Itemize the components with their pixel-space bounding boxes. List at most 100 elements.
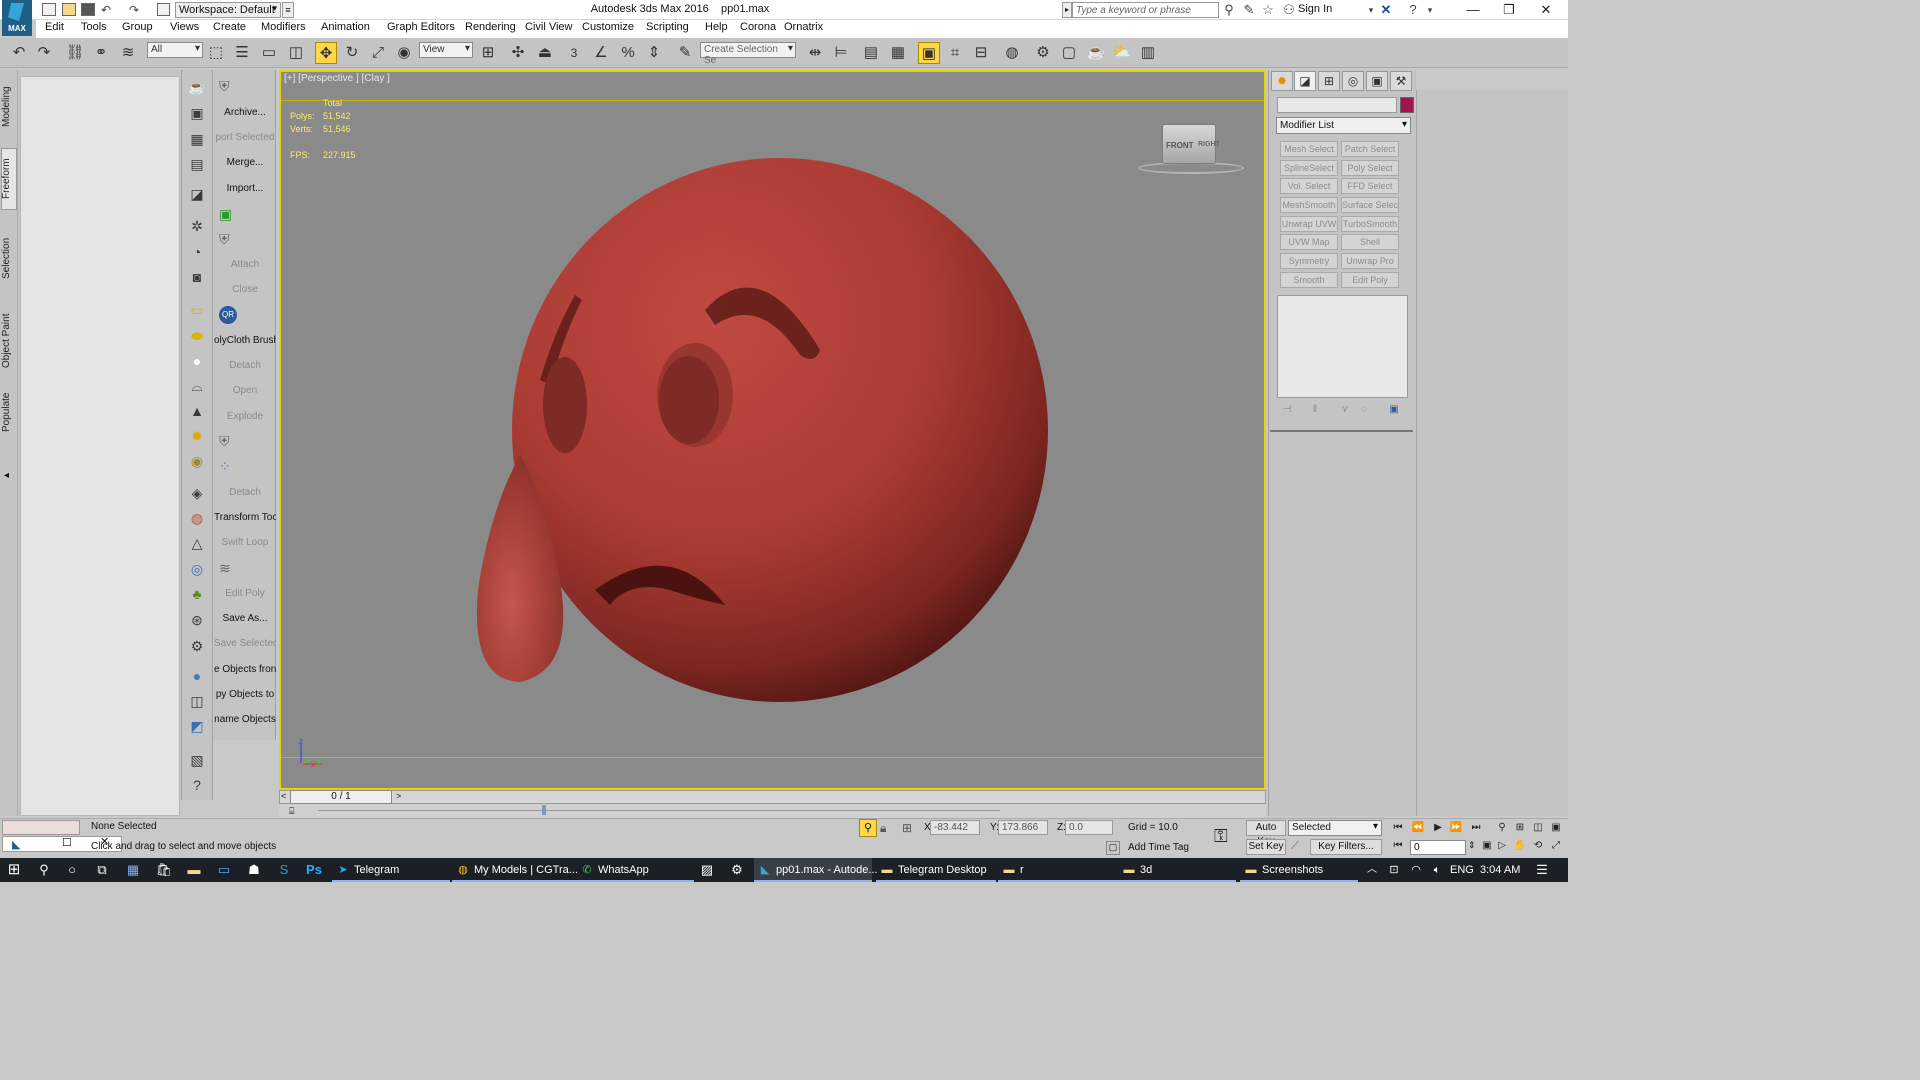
edit-named-selection-icon[interactable]: ✎ — [674, 42, 696, 64]
show-end-result-icon[interactable]: ‖ — [1307, 404, 1323, 418]
sign-in-chevron-icon[interactable]: ▾ — [1363, 2, 1379, 18]
default-in-out-tangent-icon[interactable]: ⟋ — [1291, 840, 1299, 853]
track-bar[interactable] — [279, 804, 1266, 818]
workspace-menu-icon[interactable]: ≡ — [282, 2, 294, 18]
show-hidden-icons-icon[interactable]: ︿ — [1362, 860, 1382, 880]
new-file-icon[interactable] — [42, 3, 56, 16]
film-icon[interactable]: ◙ — [186, 267, 208, 287]
toggle-ribbon-icon[interactable]: ▣ — [918, 42, 940, 64]
toggle-scene-explorer-icon[interactable]: ▤ — [860, 42, 882, 64]
reference-coordinate-dropdown[interactable]: View ▾ — [419, 42, 473, 58]
zoom-all-icon[interactable]: ⊞ — [1512, 822, 1528, 836]
rename-objects-button[interactable]: name Objects — [214, 714, 276, 730]
set-key-button[interactable]: Set Key — [1246, 839, 1286, 855]
tab-freeform[interactable]: Freeform — [1, 152, 17, 206]
modifier-stack[interactable] — [1277, 295, 1408, 398]
mesh-select-button[interactable]: Mesh Select — [1280, 141, 1338, 157]
app-menu-button[interactable]: MAX — [2, 0, 32, 36]
go-to-end-icon[interactable]: ⏭ — [1468, 822, 1484, 836]
gear-icon[interactable]: ⚙ — [186, 636, 208, 656]
ffd-select-button[interactable]: FFD Select — [1341, 178, 1399, 194]
key-mode-toggle-icon[interactable]: ⏮ — [1390, 840, 1406, 854]
grid-plane-icon[interactable]: ◈ — [186, 483, 208, 503]
taskbar-app-telegram-desktop[interactable]: ▬ Telegram Desktop — [876, 858, 996, 882]
menu-ornatrix[interactable]: Ornatrix — [784, 21, 823, 33]
attach-button[interactable]: Attach — [214, 259, 276, 275]
green-box-icon[interactable]: ▣ — [219, 206, 239, 224]
snaps-toggle-icon[interactable]: 3 — [563, 42, 585, 64]
emoji-model[interactable] — [470, 150, 1060, 705]
menu-modifiers[interactable]: Modifiers — [261, 21, 306, 33]
menu-tools[interactable]: Tools — [81, 21, 107, 33]
make-unique-icon[interactable]: ⋎ — [1337, 404, 1353, 418]
menu-graph-editors[interactable]: Graph Editors — [387, 21, 455, 33]
render-iterative-icon[interactable]: ⛅ — [1111, 42, 1133, 64]
edit-poly-modifier-button[interactable]: Edit Poly — [1341, 272, 1399, 288]
file-explorer-icon[interactable]: ▬ — [184, 860, 204, 880]
selection-filter-dropdown[interactable]: All ▾ — [147, 42, 203, 58]
viewcube-front-face[interactable]: FRONT — [1166, 141, 1194, 150]
frame-spinner-icon[interactable]: ⇕ — [1468, 840, 1476, 851]
zoom-extents-all-icon[interactable]: ▣ — [1548, 822, 1564, 836]
time-configuration-icon[interactable]: ▣ — [1479, 840, 1495, 854]
move-objects-from-button[interactable]: e Objects fron — [214, 664, 276, 680]
taskbar-app-chrome[interactable]: ◍ My Models | CGTra... — [452, 858, 578, 882]
maxscript-listener[interactable] — [2, 820, 80, 835]
workspace-dropdown[interactable]: Workspace: Default ▾ — [175, 2, 281, 18]
sphere-icon[interactable]: ● — [186, 351, 208, 371]
turbosmooth-button[interactable]: TurboSmooth — [1341, 216, 1399, 232]
teapot-icon[interactable]: ☕ — [186, 77, 208, 97]
taskbar-app-whatsapp[interactable]: ✆ WhatsApp — [576, 858, 694, 882]
layers-icon[interactable]: ◫ — [186, 691, 208, 711]
sign-in-button[interactable]: Sign In — [1298, 3, 1332, 15]
task-view-icon[interactable]: ⧉ — [92, 860, 112, 880]
undo-button-icon[interactable]: ↶ — [8, 42, 30, 64]
restore-mini-icon[interactable]: ☐ — [62, 836, 72, 849]
settings-icon[interactable]: ▧ — [186, 750, 208, 770]
spinner-snap-icon[interactable]: ⇕ — [643, 42, 665, 64]
unwrap-pro-button[interactable]: Unwrap Pro — [1341, 253, 1399, 269]
display-tab-icon[interactable]: ▣ — [1366, 71, 1388, 91]
select-and-scale-icon[interactable]: ⤢ — [367, 42, 389, 64]
rectangular-selection-icon[interactable]: ▭ — [258, 42, 280, 64]
close-button[interactable]: Close — [214, 284, 276, 300]
modify-tab-icon[interactable]: ◪ — [1294, 71, 1316, 91]
sun-icon[interactable]: ✹ — [186, 426, 208, 446]
select-object-icon[interactable]: ⬚ — [205, 42, 227, 64]
taskbar-app-folder-3d[interactable]: ▬ 3d — [1118, 858, 1236, 882]
zoom-extents-icon[interactable]: ◫ — [1530, 822, 1546, 836]
current-frame-field[interactable]: 0 — [1410, 840, 1466, 855]
symmetry-button[interactable]: Symmetry — [1280, 253, 1338, 269]
render-production-icon[interactable]: ☕ — [1085, 42, 1107, 64]
taskbar-app-folder-r[interactable]: ▬ r — [998, 858, 1118, 882]
named-selection-dropdown[interactable]: Create Selection Se ▾ — [700, 42, 796, 66]
open-button[interactable]: Open — [214, 385, 276, 401]
link-icon[interactable]: ⛓ — [64, 42, 86, 64]
layer-explorer-icon[interactable]: ▦ — [887, 42, 909, 64]
exchange-icon[interactable]: ✕ — [1378, 2, 1394, 18]
taskbar-app-telegram[interactable]: ➤ Telegram — [332, 858, 450, 882]
hierarchy-tab-icon[interactable]: ⊞ — [1318, 71, 1340, 91]
render-setup-icon[interactable]: ⚙ — [1032, 42, 1054, 64]
globe-icon[interactable]: ◎ — [186, 559, 208, 579]
script-icon[interactable]: ◩ — [186, 716, 208, 736]
archive-button[interactable]: Archive... — [214, 107, 276, 123]
network-icon[interactable]: ⊡ — [1384, 860, 1404, 880]
volume-icon[interactable]: 🔈︎ — [1427, 860, 1447, 880]
patch-select-button[interactable]: Patch Select — [1341, 141, 1399, 157]
vol-select-button[interactable]: Vol. Select — [1280, 178, 1338, 194]
notifications-icon[interactable]: ☰ — [1532, 860, 1552, 880]
pipe-icon[interactable]: ◍ — [186, 508, 208, 528]
remove-modifier-icon[interactable]: ◌ — [1356, 404, 1372, 418]
redo-icon[interactable]: ↷ — [126, 2, 142, 18]
copy-objects-to-button[interactable]: py Objects to — [214, 689, 276, 705]
menu-customize[interactable]: Customize — [582, 21, 634, 33]
cortana-icon[interactable]: ○ — [62, 860, 82, 880]
export-selected-button[interactable]: port Selected — [214, 132, 276, 148]
keyword-search-input[interactable]: Type a keyword or phrase — [1072, 2, 1219, 18]
wheel-icon[interactable]: ⊛ — [186, 610, 208, 630]
time-slider-handle[interactable]: 0 / 1 — [290, 790, 392, 804]
meshsmooth-button[interactable]: MeshSmooth — [1280, 197, 1338, 213]
favorites-icon[interactable]: ☆ — [1260, 2, 1276, 18]
modifier-list-dropdown[interactable]: Modifier List ▾ — [1276, 117, 1411, 134]
